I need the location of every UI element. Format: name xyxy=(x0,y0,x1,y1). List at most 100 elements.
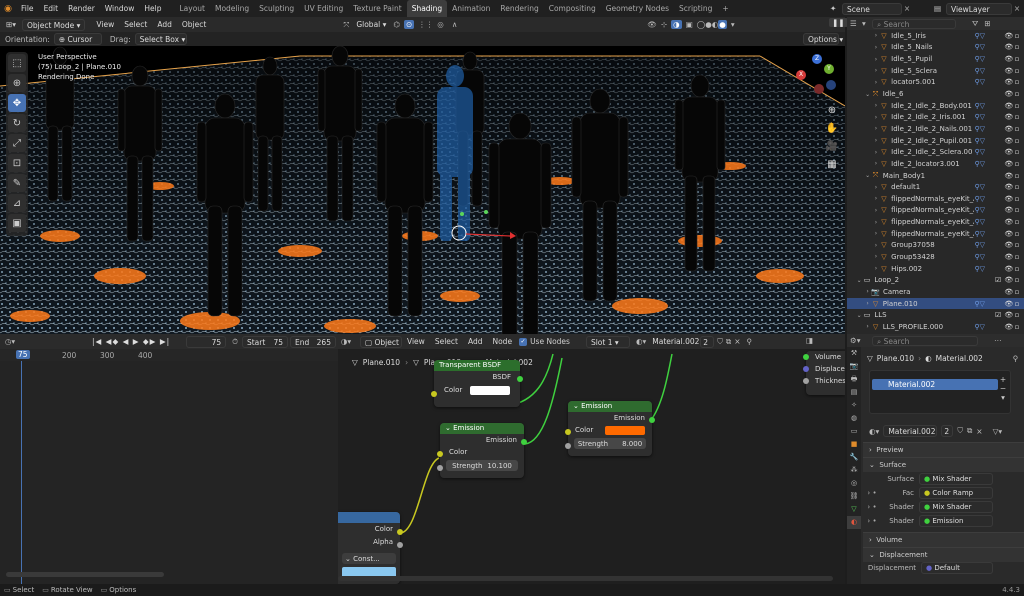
node-sidebar-toggle-icon[interactable]: ◨ xyxy=(806,336,813,345)
add-slot-icon[interactable]: + xyxy=(998,375,1008,384)
render-tab-icon[interactable]: 📷 xyxy=(847,360,861,373)
tab-modeling[interactable]: Modeling xyxy=(210,0,254,17)
visibility-eye-icon[interactable]: 👁 xyxy=(1004,78,1014,86)
render-visibility-icon[interactable]: ▫ xyxy=(1015,195,1024,203)
modifier-badges-icon[interactable]: ⚲▽ xyxy=(974,241,995,249)
gizmo-neg-x[interactable] xyxy=(814,84,824,94)
modifier-badges-icon[interactable]: ⚲▽ xyxy=(974,183,995,191)
frame-clock-icon[interactable]: ⏱ xyxy=(232,337,238,347)
tab-scripting[interactable]: Scripting xyxy=(674,0,717,17)
transform-orientation-icon[interactable]: ⤧ xyxy=(343,20,349,30)
color-swatch-white[interactable] xyxy=(470,385,511,395)
view-layer-selector[interactable]: ▤ ViewLayer × xyxy=(934,2,1022,15)
expand-toggle-icon[interactable]: › xyxy=(872,242,879,249)
tab-uv-editing[interactable]: UV Editing xyxy=(299,0,348,17)
expand-toggle-icon[interactable]: › xyxy=(872,67,879,74)
physics-tab-icon[interactable]: ◎ xyxy=(847,477,861,490)
socket-link-field[interactable]: ● Color Ramp xyxy=(919,487,993,499)
outliner-row[interactable]: › ▽ Idle_2_Idle_2_Pupil.001 ⚲▽ 👁 ▫ xyxy=(847,135,1024,147)
material-users-count[interactable]: 2 xyxy=(941,425,954,437)
expand-toggle-icon[interactable]: › xyxy=(872,265,879,272)
outliner-row[interactable]: › ▽ Group53428 ⚲▽ 👁 ▫ xyxy=(847,251,1024,263)
view-layer-field[interactable]: ViewLayer xyxy=(946,2,1012,15)
bsdf-output-socket[interactable] xyxy=(517,376,523,382)
visibility-eye-icon[interactable]: 👁 xyxy=(1004,113,1014,121)
pin-icon[interactable]: ⚲ xyxy=(1013,354,1019,363)
outliner-search-input[interactable]: ⌕ Search xyxy=(872,18,956,29)
image-texture-node[interactable]: Color Alpha ⌄ Const... xyxy=(338,512,403,584)
image-texture-header[interactable] xyxy=(338,512,400,523)
scene-name-field[interactable]: Scene xyxy=(842,2,902,15)
proportional-edit-icon[interactable]: ◎ xyxy=(437,20,444,29)
expand-toggle-icon[interactable]: › xyxy=(872,114,879,121)
scale-tool-icon[interactable]: ⤢ xyxy=(8,134,26,152)
render-visibility-icon[interactable]: ▫ xyxy=(1015,230,1024,238)
link-mode-icon[interactable]: ▽▾ xyxy=(993,427,1003,436)
data-tab-icon[interactable]: ▽ xyxy=(847,503,861,516)
transform-tool-icon[interactable]: ⊡ xyxy=(8,154,26,172)
modifier-badges-icon[interactable]: ⚲▽ xyxy=(974,195,995,203)
render-visibility-icon[interactable]: ▫ xyxy=(1015,183,1024,191)
expand-toggle-icon[interactable]: › xyxy=(872,44,879,51)
render-visibility-icon[interactable]: ▫ xyxy=(1015,43,1024,51)
duplicate-material-icon[interactable]: ⧉ xyxy=(967,426,972,436)
visibility-eye-icon[interactable]: 👁 xyxy=(1004,323,1014,331)
render-visibility-icon[interactable]: ▫ xyxy=(1015,102,1024,110)
expand-toggle-icon[interactable]: › xyxy=(872,102,879,109)
outliner-row[interactable]: › ▽ Plane.010 ⚲▽ 👁 ▫ xyxy=(847,297,1024,310)
outliner-row[interactable]: ⌄ ▭ Loop_2 ☑ 👁 ▫ xyxy=(847,274,1024,286)
outliner-row[interactable]: ⌄ ▭ LLS ☑ 👁 ▫ xyxy=(847,309,1024,321)
expand-toggle-icon[interactable]: › xyxy=(872,125,879,132)
modifier-badges-icon[interactable]: ⚲▽ xyxy=(974,160,995,168)
visibility-eye-icon[interactable]: 👁 xyxy=(1004,218,1014,226)
outliner-row[interactable]: › ▽ Idle_2_Idle_2_Sclera.00 ⚲▽ 👁 ▫ xyxy=(847,146,1024,158)
emission-node-2[interactable]: ⌄ Emission Emission Color Strength 8.000 xyxy=(565,401,655,456)
modifier-badges-icon[interactable]: ⚲▽ xyxy=(974,125,995,133)
start-frame-field[interactable]: Start 75 xyxy=(241,335,288,348)
camera-view-icon[interactable]: 🎥 xyxy=(824,138,840,156)
playhead-line[interactable] xyxy=(21,361,22,584)
modifier-badges-icon[interactable]: ⚲▽ xyxy=(974,148,995,156)
modifier-badges-icon[interactable]: ⚲▽ xyxy=(974,55,995,63)
render-visibility-icon[interactable]: ▫ xyxy=(1015,218,1024,226)
material-slot-item[interactable]: Material.002 xyxy=(872,379,998,390)
material-browse-icon[interactable]: ◐▾ xyxy=(869,427,879,436)
playback-controls[interactable]: |◀ ◀◆ ◀ ▶ ◆▶ ▶| xyxy=(92,337,170,346)
emission-2-strength-socket[interactable] xyxy=(565,443,571,449)
outliner-row[interactable]: › ▽ flippedNormals_eyeKit_A ⚲▽ 👁 ▫ xyxy=(847,228,1024,240)
modifier-badges-icon[interactable]: ⚲▽ xyxy=(974,323,995,331)
expand-toggle-icon[interactable]: › xyxy=(872,195,879,202)
emission-1-header[interactable]: ⌄ Emission xyxy=(440,423,524,434)
material-name-field[interactable]: Material.002 xyxy=(883,425,938,437)
node-editor-scrollbar[interactable] xyxy=(338,576,833,581)
timeline-scrollbar[interactable] xyxy=(6,572,164,577)
modifier-badges-icon[interactable]: ⚲▽ xyxy=(974,253,995,261)
overlay-toggle-icon[interactable]: ◑ xyxy=(671,20,682,29)
modifier-badges-icon[interactable]: ⚲▽ xyxy=(974,78,995,86)
outliner-row[interactable]: ⌄ ⤧ Main_Body1 👁 ▫ xyxy=(847,170,1024,182)
outliner-row[interactable]: › ▽ flippedNormals_eyeKit_A ⚲▽ 👁 ▫ xyxy=(847,205,1024,217)
tab-sculpting[interactable]: Sculpting xyxy=(254,0,299,17)
modifier-badges-icon[interactable]: ⚲▽ xyxy=(974,218,995,226)
expand-toggle-icon[interactable]: › xyxy=(872,79,879,86)
expand-toggle-icon[interactable]: › xyxy=(872,184,879,191)
displacement-value-field[interactable]: ● Default xyxy=(921,562,993,574)
visibility-eye-icon[interactable]: 👁 xyxy=(1004,311,1014,319)
expand-toggle-icon[interactable]: › xyxy=(872,219,879,226)
emission-2-color-socket[interactable] xyxy=(565,429,571,435)
render-visibility-icon[interactable]: ▫ xyxy=(1015,78,1024,86)
expand-toggle-icon[interactable]: ⌄ xyxy=(855,312,862,319)
properties-search-input[interactable]: ⌕ Search xyxy=(872,335,978,346)
modifier-badges-icon[interactable]: ⚲▽ xyxy=(974,230,995,238)
menu-file[interactable]: File xyxy=(16,4,39,13)
color-input-socket[interactable] xyxy=(431,391,437,397)
render-visibility-icon[interactable]: ▫ xyxy=(1015,113,1024,121)
scene-selector[interactable]: ✦ Scene × xyxy=(830,2,912,15)
outliner-row[interactable]: › ▽ locator5.001 ⚲▽ 👁 ▫ xyxy=(847,77,1024,89)
socket-link-field[interactable]: ● Mix Shader xyxy=(919,501,993,513)
expand-toggle-icon[interactable]: › xyxy=(864,288,871,295)
new-collection-icon[interactable]: ⊞ xyxy=(984,19,990,28)
remove-slot-icon[interactable]: − xyxy=(998,384,1008,393)
filter-icon[interactable]: ⛛ xyxy=(972,19,978,29)
drag-dropdown[interactable]: Select Box ▾ xyxy=(134,33,187,45)
